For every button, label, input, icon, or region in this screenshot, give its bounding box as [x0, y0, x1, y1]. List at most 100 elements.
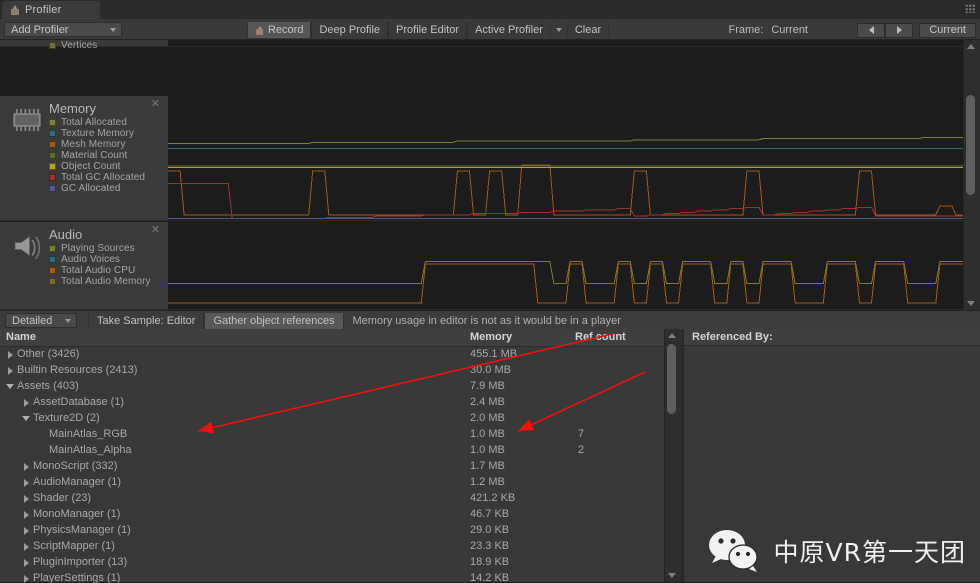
chart-memory-plot[interactable]: [168, 96, 980, 221]
chevron-right-icon[interactable]: [6, 350, 15, 359]
column-header-ref-count[interactable]: Ref count: [575, 331, 626, 343]
table-row[interactable]: Assets (403)7.9 MB: [0, 379, 681, 395]
row-name: Texture2D (2): [22, 412, 100, 424]
row-name-label: PluginImporter (13): [33, 556, 127, 568]
chevron-right-icon[interactable]: [22, 478, 31, 487]
profile-editor-button[interactable]: Profile Editor: [388, 22, 467, 38]
table-row[interactable]: PlayerSettings (1)14.2 KB: [0, 571, 681, 583]
legend-item[interactable]: Total Audio Memory: [49, 276, 151, 287]
record-button[interactable]: Record: [247, 22, 311, 38]
row-name: MonoScript (332): [22, 460, 117, 472]
chevron-right-icon[interactable]: [22, 510, 31, 519]
memory-mode-dropdown[interactable]: Detailed: [5, 313, 77, 328]
legend-swatch: [49, 42, 56, 49]
chart-rendering[interactable]: Vertices: [0, 40, 980, 47]
table-row[interactable]: AudioManager (1)1.2 MB: [0, 475, 681, 491]
chart-area-scrollbar[interactable]: [963, 40, 980, 310]
chevron-right-icon[interactable]: [6, 366, 15, 375]
legend-item[interactable]: Total Allocated: [49, 117, 145, 128]
profiler-controls: Record Deep Profile Profile Editor Activ…: [247, 22, 609, 38]
scroll-down-icon[interactable]: [668, 573, 676, 578]
chart-audio[interactable]: ✕ Audio Playing Sources Audio Voices Tot…: [0, 222, 980, 310]
table-row[interactable]: PluginImporter (13)18.9 KB: [0, 555, 681, 571]
row-memory: 421.2 KB: [470, 492, 515, 504]
table-row[interactable]: Other (3426)455.1 MB: [0, 347, 681, 363]
chart-audio-plot[interactable]: [168, 222, 980, 310]
legend-item[interactable]: Total Audio CPU: [49, 265, 151, 276]
tab-profiler[interactable]: Profiler: [2, 1, 100, 19]
chart-memory[interactable]: ✕ Memory Total Allocated Texture Memory …: [0, 96, 980, 221]
active-profiler-dropdown[interactable]: Active Profiler: [467, 22, 551, 38]
legend-swatch: [49, 174, 56, 181]
table-row[interactable]: PhysicsManager (1)29.0 KB: [0, 523, 681, 539]
chevron-down-icon[interactable]: [22, 414, 31, 423]
referenced-by-title: Referenced By:: [684, 329, 980, 346]
row-name: MainAtlas_RGB: [38, 428, 127, 440]
row-name-label: PlayerSettings (1): [33, 572, 120, 583]
chevron-right-icon[interactable]: [22, 462, 31, 471]
legend-item[interactable]: Object Count: [49, 161, 145, 172]
chart-rendering-plot[interactable]: [168, 40, 980, 47]
legend-item[interactable]: Texture Memory: [49, 128, 145, 139]
scroll-up-icon[interactable]: [668, 333, 676, 338]
chevron-down-icon[interactable]: [6, 382, 15, 391]
legend-item[interactable]: GC Allocated: [49, 183, 145, 194]
scroll-down-icon[interactable]: [967, 301, 975, 306]
table-row[interactable]: MainAtlas_RGB1.0 MB7: [0, 427, 681, 443]
chevron-right-icon[interactable]: [22, 494, 31, 503]
legend-swatch: [49, 267, 56, 274]
column-header-name[interactable]: Name: [6, 331, 36, 343]
chevron-right-icon[interactable]: [22, 398, 31, 407]
speaker-icon: [10, 232, 44, 260]
table-row[interactable]: MonoScript (332)1.7 MB: [0, 459, 681, 475]
scroll-up-icon[interactable]: [967, 44, 975, 49]
legend-item[interactable]: Audio Voices: [49, 254, 151, 265]
legend-item[interactable]: Vertices: [49, 40, 97, 51]
chevron-right-icon[interactable]: [22, 574, 31, 583]
legend-item[interactable]: Mesh Memory: [49, 139, 145, 150]
legend-item[interactable]: Playing Sources: [49, 243, 151, 254]
table-row[interactable]: Builtin Resources (2413)30.0 MB: [0, 363, 681, 379]
add-profiler-dropdown[interactable]: Add Profiler: [4, 22, 122, 37]
chart-rendering-legend: Vertices: [49, 40, 97, 51]
frame-value: Current: [771, 24, 857, 36]
legend-item[interactable]: Total GC Allocated: [49, 172, 145, 183]
legend-item[interactable]: Material Count: [49, 150, 145, 161]
wechat-icon: [706, 528, 762, 574]
table-scrollbar-thumb[interactable]: [667, 344, 676, 414]
row-memory: 1.0 MB: [470, 444, 505, 456]
row-name: Assets (403): [6, 380, 79, 392]
legend-label: Texture Memory: [61, 128, 134, 139]
table-row[interactable]: Texture2D (2)2.0 MB: [0, 411, 681, 427]
row-name-label: Texture2D (2): [33, 412, 100, 424]
clear-button[interactable]: Clear: [567, 22, 609, 38]
take-sample-button[interactable]: Take Sample: Editor: [88, 313, 204, 329]
memory-table-scrollbar[interactable]: [664, 329, 682, 582]
chevron-right-icon[interactable]: [22, 526, 31, 535]
table-row[interactable]: Shader (23)421.2 KB: [0, 491, 681, 507]
column-header-memory[interactable]: Memory: [470, 331, 512, 343]
chart-scrollbar-thumb[interactable]: [966, 95, 975, 195]
window-menu-button[interactable]: [965, 4, 976, 13]
previous-frame-button[interactable]: [857, 23, 885, 38]
table-row[interactable]: ScriptMapper (1)23.3 KB: [0, 539, 681, 555]
close-icon[interactable]: ✕: [151, 99, 160, 110]
table-row[interactable]: AssetDatabase (1)2.4 MB: [0, 395, 681, 411]
legend-swatch: [49, 245, 56, 252]
legend-label: Total GC Allocated: [61, 172, 145, 183]
row-memory: 1.0 MB: [470, 428, 505, 440]
unity-record-icon: [255, 26, 264, 35]
memory-table-body: Other (3426)455.1 MBBuiltin Resources (2…: [0, 347, 681, 583]
close-icon[interactable]: ✕: [151, 225, 160, 236]
row-memory: 30.0 MB: [470, 364, 511, 376]
gather-object-references-button[interactable]: Gather object references: [204, 313, 343, 329]
chevron-right-icon[interactable]: [22, 558, 31, 567]
table-row[interactable]: MainAtlas_Alpha1.0 MB2: [0, 443, 681, 459]
table-row[interactable]: MonoManager (1)46.7 KB: [0, 507, 681, 523]
current-frame-button[interactable]: Current: [919, 23, 976, 38]
row-name-label: MainAtlas_RGB: [49, 428, 127, 440]
deep-profile-button[interactable]: Deep Profile: [311, 22, 388, 38]
chevron-right-icon[interactable]: [22, 542, 31, 551]
legend-swatch: [49, 152, 56, 159]
next-frame-button[interactable]: [885, 23, 913, 38]
